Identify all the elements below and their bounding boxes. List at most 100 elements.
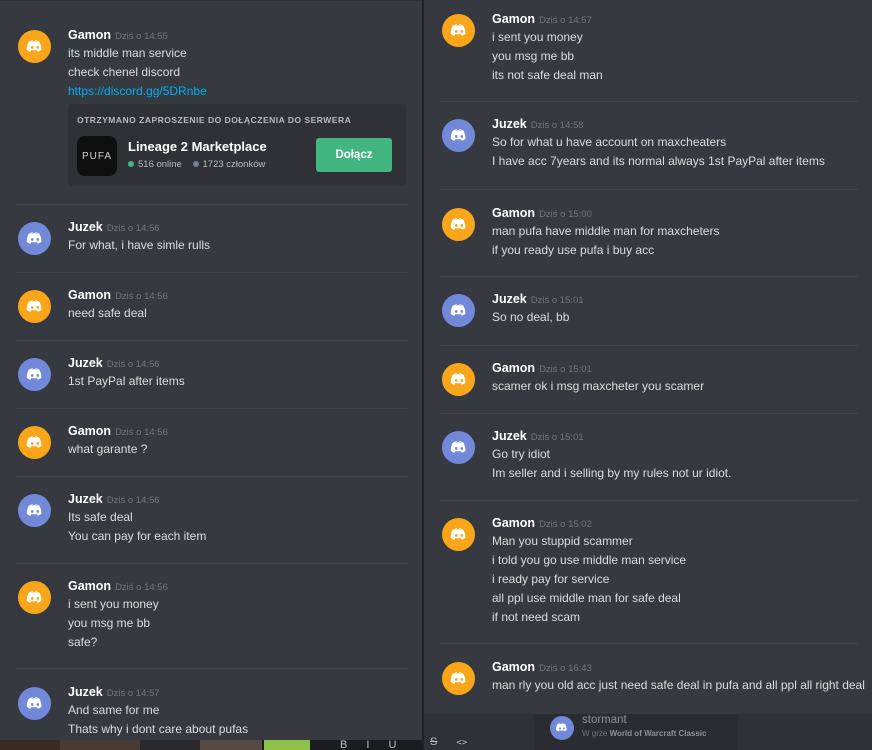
- avatar[interactable]: [442, 119, 475, 152]
- avatar[interactable]: [18, 687, 51, 720]
- discord-logo-icon: [26, 299, 41, 311]
- message-text: you msg me bb: [492, 49, 575, 63]
- timestamp: Dziś o 14:57: [539, 15, 592, 26]
- avatar[interactable]: [18, 290, 51, 323]
- author-name[interactable]: Gamon: [492, 12, 535, 26]
- online-count: 516 online: [138, 159, 182, 170]
- message-text: if you ready use pufa i buy acc: [492, 243, 655, 257]
- format-toolbar: B I U: [340, 739, 412, 750]
- avatar[interactable]: [18, 494, 51, 527]
- strikethrough-button[interactable]: S: [430, 736, 437, 748]
- author-name[interactable]: Gamon: [68, 28, 111, 42]
- message-divider: [16, 408, 408, 409]
- italic-button[interactable]: I: [366, 739, 369, 750]
- author-name[interactable]: Juzek: [68, 685, 103, 699]
- member-list-item[interactable]: stormant W grze World of Warcraft Classi…: [534, 714, 738, 750]
- discord-logo-icon: [450, 128, 465, 140]
- timestamp: Dziś o 14:56: [106, 223, 160, 234]
- avatar[interactable]: [18, 222, 51, 255]
- message-text: you msg me bb: [68, 616, 151, 630]
- discord-logo-icon: [450, 23, 465, 35]
- server-icon[interactable]: PUFA: [77, 136, 117, 176]
- code-button[interactable]: <>: [456, 738, 467, 748]
- avatar[interactable]: [18, 358, 51, 391]
- invite-header: OTRZYMANO ZAPROSZENIE DO DOŁĄCZENIA DO S…: [77, 115, 352, 125]
- author-name[interactable]: Gamon: [492, 516, 535, 530]
- message-text: if not need scam: [492, 610, 581, 624]
- message-divider: [16, 340, 408, 341]
- author-name[interactable]: Gamon: [492, 660, 535, 674]
- message-text: You can pay for each item: [68, 529, 207, 543]
- avatar[interactable]: [442, 518, 475, 551]
- discord-logo-icon: [26, 590, 41, 602]
- taskbar-segment: [200, 740, 262, 750]
- message-text: its not safe deal man: [492, 68, 603, 82]
- discord-logo-icon: [26, 435, 41, 447]
- message-text: And same for me: [68, 703, 160, 717]
- author-name[interactable]: Gamon: [68, 579, 111, 593]
- invite-link[interactable]: https://discord.gg/5DRnbe: [68, 82, 412, 101]
- avatar[interactable]: [442, 14, 475, 47]
- message-divider: [440, 189, 858, 190]
- avatar[interactable]: [18, 30, 51, 63]
- member-name: stormant: [582, 714, 627, 726]
- discord-logo-icon: [26, 503, 41, 515]
- avatar[interactable]: [18, 426, 51, 459]
- author-name[interactable]: Gamon: [68, 288, 111, 302]
- author-name[interactable]: Juzek: [68, 492, 103, 506]
- author-name[interactable]: Gamon: [492, 206, 535, 220]
- avatar[interactable]: [442, 294, 475, 327]
- message-text: So for what u have account on maxcheater…: [492, 135, 727, 149]
- message-text: man pufa have middle man for maxcheters: [492, 224, 720, 238]
- format-toolbar: S <>: [430, 736, 467, 748]
- timestamp: Dziś o 15:01: [530, 295, 584, 306]
- avatar[interactable]: [442, 662, 475, 695]
- underline-button[interactable]: U: [389, 739, 397, 750]
- timestamp: Dziś o 14:58: [530, 120, 584, 131]
- author-name[interactable]: Juzek: [68, 356, 103, 370]
- discord-logo-icon: [450, 217, 465, 229]
- author-name[interactable]: Gamon: [68, 424, 111, 438]
- timestamp: Dziś o 15:00: [539, 209, 592, 220]
- timestamp: Dziś o 14:57: [106, 688, 160, 699]
- taskbar-segment: [264, 740, 310, 750]
- message-divider: [440, 345, 858, 346]
- avatar[interactable]: [442, 363, 475, 396]
- message-text: safe?: [68, 635, 98, 649]
- author-name[interactable]: Juzek: [492, 429, 527, 443]
- message-text: So no deal, bb: [492, 310, 570, 324]
- message-text: check chenel discord: [68, 65, 181, 79]
- message-text: Thats why i dont care about pufas: [68, 722, 249, 736]
- message-divider: [16, 668, 408, 669]
- message-text: i told you go use middle man service: [492, 553, 687, 567]
- message-text: i sent you money: [492, 30, 583, 44]
- taskbar-segment: [0, 740, 60, 750]
- avatar[interactable]: [442, 431, 475, 464]
- message-divider: [16, 272, 408, 273]
- activity-game: World of Warcraft Classic: [609, 729, 707, 738]
- discord-logo-icon: [26, 39, 41, 51]
- bold-button[interactable]: B: [340, 739, 347, 750]
- member-count: 1723 członków: [202, 159, 266, 170]
- avatar[interactable]: [442, 208, 475, 241]
- message-text: man rly you old acc just need safe deal …: [492, 678, 865, 692]
- timestamp: Dziś o 14:56: [106, 359, 160, 370]
- taskbar-segment: [140, 740, 200, 750]
- server-name[interactable]: Lineage 2 Marketplace: [128, 139, 267, 154]
- taskbar-segment: [60, 740, 140, 750]
- message-divider: [440, 643, 858, 644]
- author-name[interactable]: Juzek: [492, 292, 527, 306]
- message-text: its middle man service: [68, 46, 187, 60]
- message-text: Its safe deal: [68, 510, 133, 524]
- author-name[interactable]: Juzek: [68, 220, 103, 234]
- join-server-button[interactable]: Dołącz: [316, 138, 392, 172]
- message-divider: [16, 476, 408, 477]
- message-text: I have acc 7years and its normal always …: [492, 154, 825, 168]
- member-activity: W grze World of Warcraft Classic: [582, 729, 706, 738]
- avatar[interactable]: [550, 716, 574, 740]
- author-name[interactable]: Gamon: [492, 361, 535, 375]
- discord-logo-icon: [26, 696, 41, 708]
- activity-prefix: W grze: [582, 729, 610, 738]
- avatar[interactable]: [18, 581, 51, 614]
- author-name[interactable]: Juzek: [492, 117, 527, 131]
